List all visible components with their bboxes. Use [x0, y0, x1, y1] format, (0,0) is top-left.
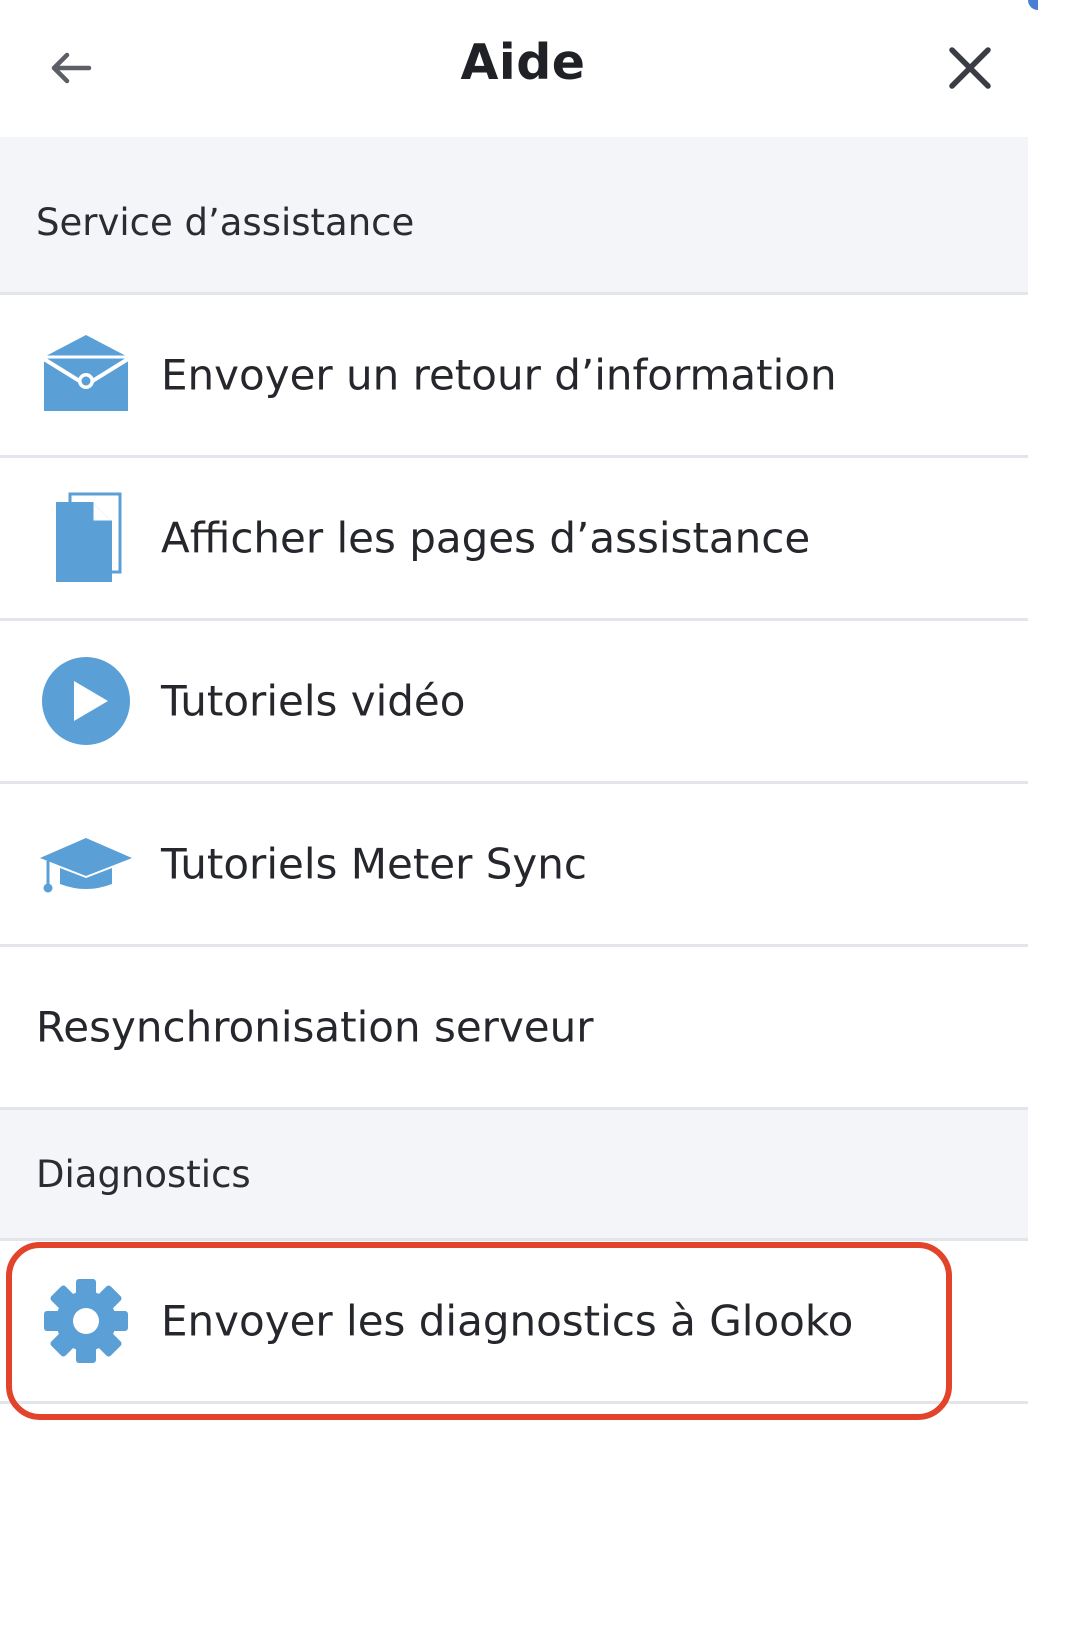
video-tutorials-label: Tutoriels vidéo — [161, 676, 466, 726]
section-header-support: Service d’assistance — [0, 137, 1028, 295]
close-button[interactable] — [940, 40, 1000, 96]
page-title: Aide — [460, 34, 586, 91]
header: Aide — [0, 0, 1028, 137]
envelope-icon — [38, 329, 134, 421]
video-tutorials-item[interactable]: Tutoriels vidéo — [0, 621, 1028, 784]
server-resync-item[interactable]: Resynchronisation serveur — [0, 947, 1028, 1110]
gear-icon — [38, 1275, 134, 1367]
send-diagnostics-item[interactable]: Envoyer les diagnostics à Glooko — [0, 1241, 1028, 1404]
send-feedback-label: Envoyer un retour d’information — [161, 350, 837, 400]
send-feedback-item[interactable]: Envoyer un retour d’information — [0, 295, 1028, 458]
section-header-diagnostics: Diagnostics — [0, 1110, 1028, 1241]
server-resync-label: Resynchronisation serveur — [36, 1002, 594, 1052]
meter-sync-tutorials-label: Tutoriels Meter Sync — [161, 839, 587, 889]
graduation-cap-icon — [38, 818, 134, 910]
play-icon — [38, 655, 134, 747]
help-screen: Aide Service d’assistance Envoyer un ret… — [0, 0, 1028, 1648]
support-pages-item[interactable]: Afficher les pages d’assistance — [0, 458, 1028, 621]
support-pages-label: Afficher les pages d’assistance — [161, 513, 811, 563]
background-edge — [1028, 0, 1080, 1648]
document-icon — [38, 492, 134, 584]
send-diagnostics-label: Envoyer les diagnostics à Glooko — [161, 1296, 854, 1346]
meter-sync-tutorials-item[interactable]: Tutoriels Meter Sync — [0, 784, 1028, 947]
section-title-support: Service d’assistance — [36, 201, 415, 244]
close-icon — [949, 47, 991, 89]
section-title-diagnostics: Diagnostics — [36, 1153, 251, 1196]
